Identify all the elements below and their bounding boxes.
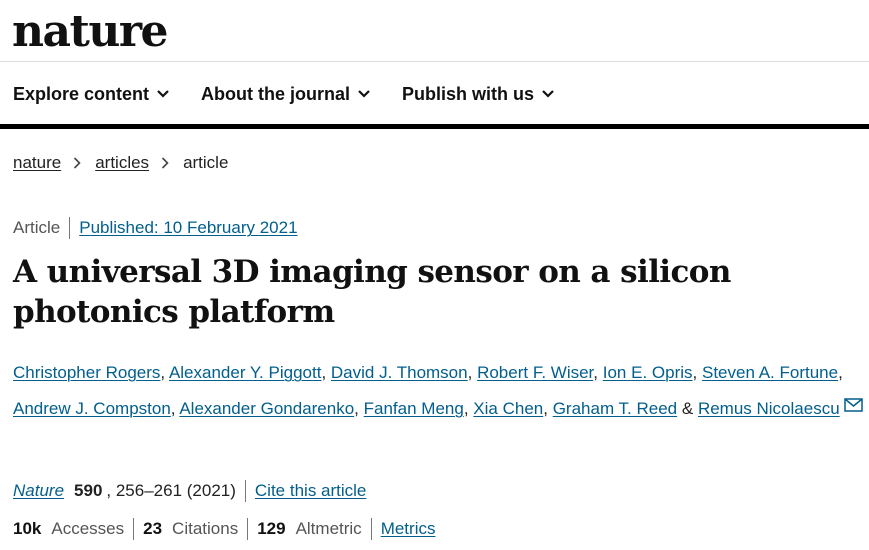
author-separator: , xyxy=(170,399,176,418)
chevron-right-icon xyxy=(73,157,83,169)
nav-publish-with-us[interactable]: Publish with us xyxy=(402,84,554,105)
accesses-count: 10k xyxy=(13,519,42,538)
volume: 590 xyxy=(74,481,103,500)
author-link[interactable]: Fanfan Meng xyxy=(364,399,464,418)
author-separator: , xyxy=(692,363,698,382)
article-metrics: 10k Accesses 23 Citations 129 Altmetric … xyxy=(13,518,435,540)
citations-count: 23 xyxy=(143,519,163,538)
author-link[interactable]: Alexander Y. Piggott xyxy=(169,363,322,382)
pages-year: , 256–261 (2021) xyxy=(106,481,236,500)
mail-icon[interactable] xyxy=(843,389,863,425)
journal-link[interactable]: Nature xyxy=(13,481,64,501)
author-joiner: & xyxy=(681,399,694,418)
nav-publish-with-us-label: Publish with us xyxy=(402,83,535,104)
header-bottom-bar xyxy=(0,124,869,129)
nav-about-the-journal[interactable]: About the journal xyxy=(201,84,370,105)
citations-label: Citations xyxy=(172,519,239,538)
author-link[interactable]: David J. Thomson xyxy=(331,363,468,382)
published-date-link[interactable]: Published: 10 February 2021 xyxy=(79,218,297,238)
chevron-down-icon xyxy=(542,88,554,100)
author-link[interactable]: Christopher Rogers xyxy=(13,363,160,382)
author-link[interactable]: Andrew J. Compston xyxy=(13,399,171,418)
author-link[interactable]: Ion E. Opris xyxy=(603,363,693,382)
nature-logo[interactable]: nature xyxy=(12,2,169,62)
author-list: Christopher Rogers, Alexander Y. Piggott… xyxy=(13,355,863,428)
breadcrumb-nature[interactable]: nature xyxy=(13,153,61,173)
author-link[interactable]: Graham T. Reed xyxy=(553,399,677,418)
author-separator: , xyxy=(463,399,469,418)
breadcrumb-articles[interactable]: articles xyxy=(95,153,149,173)
meta-divider xyxy=(69,217,71,239)
altmetric-score: 129 xyxy=(257,519,286,538)
author-separator: , xyxy=(321,363,327,382)
article-title: A universal 3D imaging sensor on a silic… xyxy=(13,254,731,330)
author-separator: , xyxy=(543,399,548,418)
author-link[interactable]: Alexander Gondarenko xyxy=(179,399,354,418)
author-link[interactable]: Robert F. Wiser xyxy=(477,363,593,382)
citation-divider xyxy=(244,480,246,502)
nav-explore-content-label: Explore content xyxy=(13,83,150,104)
chevron-down-icon xyxy=(157,88,169,100)
breadcrumb: nature articles article xyxy=(13,153,228,173)
article-type: Article xyxy=(13,218,61,237)
author-separator: , xyxy=(354,399,359,418)
metrics-link[interactable]: Metrics xyxy=(381,519,436,539)
chevron-right-icon xyxy=(161,157,171,169)
metrics-divider xyxy=(370,518,372,540)
author-link[interactable]: Steven A. Fortune xyxy=(702,363,838,382)
metrics-divider xyxy=(247,518,249,540)
author-link[interactable]: Xia Chen xyxy=(473,399,543,418)
author-separator: , xyxy=(160,363,166,382)
author-separator: , xyxy=(467,363,473,382)
nav-about-the-journal-label: About the journal xyxy=(201,83,351,104)
altmetric-label: Altmetric xyxy=(295,519,362,538)
chevron-down-icon xyxy=(358,88,370,100)
article-meta: Article Published: 10 February 2021 xyxy=(13,217,298,239)
nav-explore-content[interactable]: Explore content xyxy=(13,84,169,105)
accesses-label: Accesses xyxy=(51,519,125,538)
metrics-divider xyxy=(133,518,135,540)
author-separator: , xyxy=(593,363,599,382)
header-divider xyxy=(0,61,869,62)
author-link[interactable]: Remus Nicolaescu xyxy=(698,399,840,418)
citation-line: Nature 590 , 256–261 (2021) Cite this ar… xyxy=(13,480,366,502)
author-separator: , xyxy=(838,363,843,382)
cite-this-article-link[interactable]: Cite this article xyxy=(255,481,366,501)
main-nav: Explore content About the journal Publis… xyxy=(13,80,586,108)
breadcrumb-current: article xyxy=(183,153,229,172)
